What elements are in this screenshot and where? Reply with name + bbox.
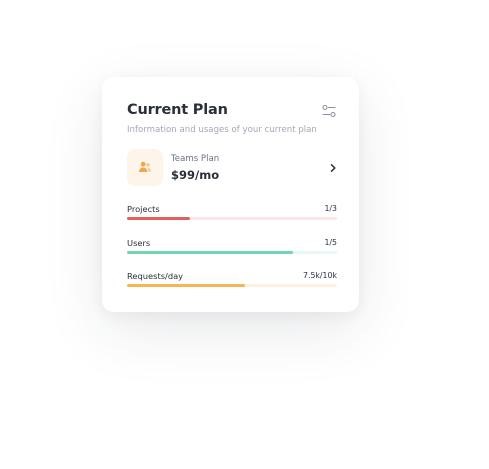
card-title: Current Plan bbox=[127, 102, 228, 118]
usage-label: Requests/day bbox=[127, 271, 184, 281]
usage-label: Projects bbox=[127, 204, 160, 214]
card-subtitle: Information and usages of your current p… bbox=[127, 125, 317, 135]
current-plan-card: Current Plan Information and usages of y… bbox=[102, 77, 359, 312]
settings-button[interactable] bbox=[321, 103, 337, 119]
progress-track bbox=[127, 251, 337, 254]
progress-fill bbox=[127, 251, 293, 254]
chevron-right-icon[interactable] bbox=[328, 163, 338, 173]
plan-icon-box bbox=[127, 149, 163, 186]
usage-label: Users bbox=[127, 238, 151, 248]
usage-value: 1/3 bbox=[324, 204, 337, 213]
plan-row[interactable]: Teams Plan $99/mo bbox=[127, 149, 339, 187]
sliders-icon bbox=[322, 104, 336, 118]
usage-value: 1/5 bbox=[324, 238, 337, 247]
progress-fill bbox=[127, 217, 190, 220]
page-background: Current Plan Information and usages of y… bbox=[0, 0, 489, 469]
plan-name: Teams Plan bbox=[171, 154, 220, 164]
progress-fill bbox=[127, 284, 245, 287]
team-users-icon bbox=[139, 161, 151, 172]
progress-track bbox=[127, 217, 337, 220]
progress-track bbox=[127, 284, 337, 287]
usage-value: 7.5k/10k bbox=[303, 271, 337, 280]
plan-price: $99/mo bbox=[171, 168, 220, 182]
